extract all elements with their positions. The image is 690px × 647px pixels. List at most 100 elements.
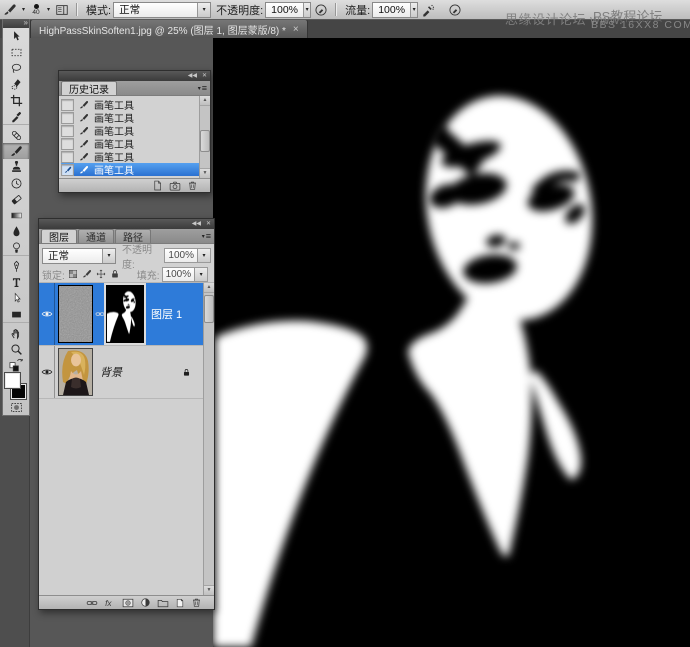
- pen-tool[interactable]: [3, 258, 29, 274]
- foreground-color-swatch[interactable]: [5, 373, 20, 388]
- layer-name[interactable]: 背景: [100, 364, 122, 380]
- layer-blend-mode-arrow-icon[interactable]: ▾: [102, 249, 115, 263]
- layer-row-background[interactable]: 背景: [39, 346, 204, 399]
- layers-panel-titlebar: ◀◀ ✕: [39, 219, 214, 229]
- blur-tool[interactable]: [3, 223, 29, 239]
- panel-menu-caret-icon[interactable]: ▾: [198, 85, 201, 92]
- layer-visibility-eye-icon[interactable]: [39, 283, 55, 345]
- layer-mask-thumbnail[interactable]: [106, 285, 144, 343]
- photoshop-window: ▾ 40 ▾ 模式: 正常 ▾ 不透明度: 100% ▾ 流量: 100% ▾ …: [0, 0, 690, 647]
- scrollbar-thumb[interactable]: [200, 130, 210, 152]
- panel-menu-icon[interactable]: ≡: [202, 83, 207, 93]
- palette-collapse-button[interactable]: »: [3, 19, 29, 28]
- move-tool[interactable]: [3, 28, 29, 44]
- layers-scrollbar[interactable]: ▲ ▼: [203, 283, 214, 595]
- clone-stamp-tool[interactable]: [3, 159, 29, 175]
- layer-opacity-field[interactable]: 100% ▾: [164, 248, 211, 263]
- scroll-down-icon[interactable]: ▼: [200, 168, 210, 178]
- history-source-well[interactable]: [61, 151, 74, 163]
- path-selection-tool[interactable]: [3, 290, 29, 306]
- new-group-icon[interactable]: [157, 597, 169, 609]
- quick-mask-mode-button[interactable]: [3, 400, 29, 415]
- delete-layer-icon[interactable]: [191, 597, 202, 608]
- tab-paths[interactable]: 路径: [115, 229, 151, 243]
- scroll-up-icon[interactable]: ▲: [204, 283, 214, 293]
- new-snapshot-icon[interactable]: [169, 180, 181, 192]
- tablet-opacity-icon[interactable]: [312, 2, 330, 18]
- scrollbar-thumb[interactable]: [204, 295, 214, 323]
- new-adjustment-layer-icon[interactable]: [140, 597, 151, 608]
- layer-fill-field[interactable]: 100% ▾: [162, 267, 209, 282]
- scroll-down-icon[interactable]: ▼: [204, 585, 214, 595]
- type-tool[interactable]: [3, 274, 29, 290]
- history-source-well[interactable]: [61, 99, 74, 111]
- airbrush-toggle-icon[interactable]: [419, 2, 437, 18]
- delete-state-icon[interactable]: [187, 180, 198, 191]
- lock-image-icon[interactable]: [81, 268, 94, 280]
- brush-preset-caret-icon[interactable]: ▾: [22, 6, 25, 13]
- new-layer-icon[interactable]: [175, 598, 185, 608]
- history-source-well[interactable]: [61, 138, 74, 150]
- layer-blend-mode-dropdown[interactable]: 正常 ▾: [42, 248, 116, 264]
- tab-layers[interactable]: 图层: [41, 229, 77, 243]
- eyedropper-tool[interactable]: [3, 108, 29, 124]
- layer-style-fx-icon[interactable]: fx: [104, 597, 116, 609]
- brush-tool[interactable]: [3, 143, 29, 159]
- tab-channels[interactable]: 通道: [78, 229, 114, 243]
- lasso-tool[interactable]: [3, 60, 29, 76]
- blend-mode-dropdown[interactable]: 正常 ▾: [113, 2, 211, 18]
- panel-collapse-icon[interactable]: ◀◀: [188, 73, 197, 79]
- tablet-size-icon[interactable]: [446, 2, 464, 18]
- layer-thumbnail-highpass[interactable]: [58, 285, 93, 343]
- spot-healing-brush-tool[interactable]: [3, 127, 29, 143]
- history-entry-selected[interactable]: 画笔工具: [61, 163, 199, 176]
- rectangular-marquee-tool[interactable]: [3, 44, 29, 60]
- tab-history[interactable]: 历史记录: [61, 81, 117, 95]
- layer-row-layer1[interactable]: 图层 1: [39, 283, 204, 346]
- toggle-brush-panel-icon[interactable]: [53, 2, 71, 18]
- gradient-tool[interactable]: [3, 207, 29, 223]
- layer-fill-arrow-icon[interactable]: ▾: [194, 268, 207, 281]
- brush-preset-icon[interactable]: [1, 2, 19, 18]
- brush-picker-caret-icon[interactable]: ▾: [47, 6, 50, 13]
- opacity-arrow-icon[interactable]: ▾: [303, 3, 310, 17]
- add-layer-mask-icon[interactable]: [122, 597, 134, 609]
- new-document-from-state-icon[interactable]: [152, 180, 163, 191]
- brush-size-picker[interactable]: 40: [27, 2, 45, 17]
- document-canvas[interactable]: [213, 38, 690, 647]
- lock-transparency-icon[interactable]: [67, 268, 80, 280]
- history-source-well[interactable]: [61, 112, 74, 124]
- scroll-up-icon[interactable]: ▲: [200, 96, 210, 106]
- lock-all-icon[interactable]: [109, 268, 122, 280]
- panel-collapse-icon[interactable]: ◀◀: [192, 221, 201, 227]
- quick-selection-tool[interactable]: [3, 76, 29, 92]
- layer-name[interactable]: 图层 1: [151, 306, 182, 322]
- link-layers-icon[interactable]: [86, 597, 98, 609]
- hand-tool[interactable]: [3, 325, 29, 341]
- tab-close-icon[interactable]: ×: [293, 24, 299, 35]
- dodge-tool[interactable]: [3, 239, 29, 255]
- panel-close-icon[interactable]: ✕: [202, 73, 207, 79]
- opacity-field[interactable]: 100% ▾: [265, 2, 311, 18]
- document-tab[interactable]: HighPassSkinSoften1.jpg @ 25% (图层 1, 图层蒙…: [30, 19, 308, 38]
- layer-opacity-arrow-icon[interactable]: ▾: [197, 249, 210, 262]
- rectangle-tool[interactable]: [3, 306, 29, 322]
- history-brush-tool[interactable]: [3, 175, 29, 191]
- default-and-swap-colors-icon[interactable]: [3, 357, 29, 372]
- panel-close-icon[interactable]: ✕: [206, 221, 211, 227]
- blend-mode-arrow-icon[interactable]: ▾: [197, 3, 210, 17]
- panel-menu-caret-icon[interactable]: ▾: [202, 233, 205, 240]
- history-source-well[interactable]: [61, 164, 74, 176]
- flow-arrow-icon[interactable]: ▾: [410, 3, 417, 17]
- lock-position-icon[interactable]: [95, 268, 108, 280]
- panel-menu-icon[interactable]: ≡: [206, 231, 211, 241]
- history-source-well[interactable]: [61, 125, 74, 137]
- layer-visibility-eye-icon[interactable]: [39, 346, 55, 398]
- flow-field[interactable]: 100% ▾: [372, 2, 418, 18]
- eraser-tool[interactable]: [3, 191, 29, 207]
- history-scrollbar[interactable]: ▲ ▼: [199, 96, 210, 178]
- layer-mask-link-icon[interactable]: [93, 309, 106, 319]
- background-layer-thumbnail[interactable]: [58, 348, 93, 396]
- crop-tool[interactable]: [3, 92, 29, 108]
- zoom-tool[interactable]: [3, 341, 29, 357]
